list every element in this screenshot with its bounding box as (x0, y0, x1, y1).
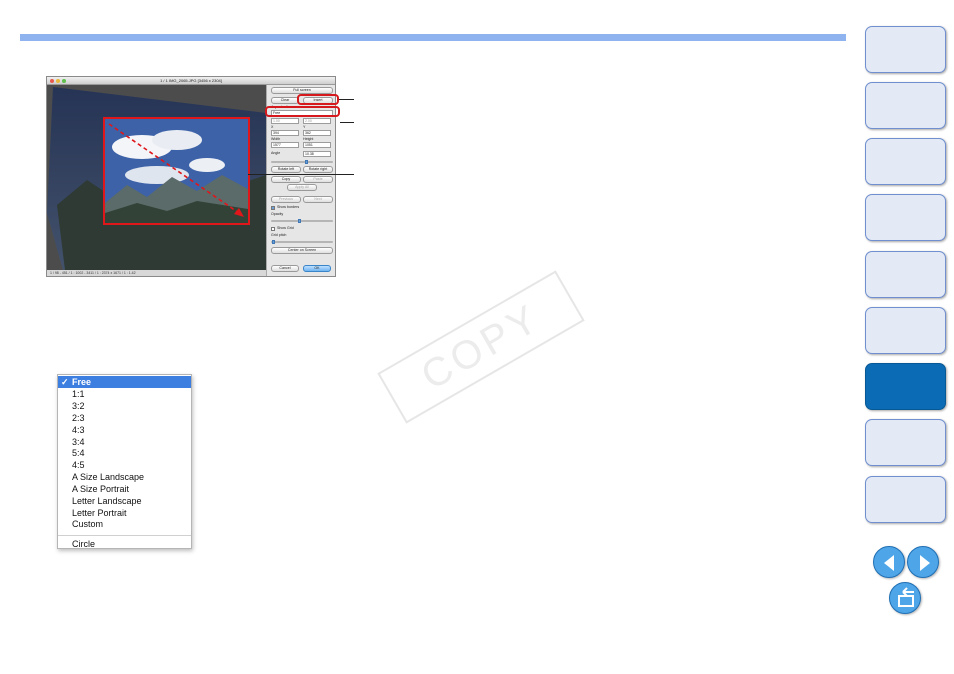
menu-item-a-size-landscape[interactable]: A Size Landscape (58, 471, 191, 483)
checkmark-icon: ✓ (61, 377, 69, 387)
callout-line-3 (248, 174, 354, 175)
menu-item-5-4[interactable]: 5:4 (58, 447, 191, 459)
return-icon (898, 587, 914, 607)
grid-pitch-slider-thumb[interactable] (272, 240, 275, 244)
menu-item-1-1[interactable]: 1:1 (58, 388, 191, 400)
nav-tab-9[interactable] (865, 476, 946, 523)
apply-all-button[interactable]: Apply All (287, 184, 317, 191)
height-label: Height (303, 137, 314, 141)
status-bar: 1 / 98 - 451 / 1 : 1002 - 3411 / 1 : 237… (47, 270, 266, 276)
nav-tab-6[interactable] (865, 307, 946, 354)
x-field[interactable]: 394 (271, 130, 299, 136)
show-grid-label: Show Grid (277, 226, 294, 230)
y-field[interactable]: 362 (303, 130, 331, 136)
x-label: X (271, 125, 274, 129)
minimize-window-icon[interactable] (56, 79, 60, 83)
menu-item-4-5[interactable]: 4:5 (58, 459, 191, 471)
menu-item-3-2[interactable]: 3:2 (58, 400, 191, 412)
zoom-window-icon[interactable] (62, 79, 66, 83)
grid-pitch-label: Grid pitch (271, 233, 287, 237)
opacity-slider[interactable] (271, 220, 333, 222)
angle-slider[interactable] (271, 161, 333, 163)
menu-separator (58, 535, 191, 536)
aspect-ratio-highlight (265, 106, 340, 117)
header-rule (20, 34, 846, 41)
menu-item-letter-landscape[interactable]: Letter Landscape (58, 495, 191, 507)
show-grid-checkbox[interactable] (271, 227, 275, 231)
photo-canvas (47, 85, 266, 270)
paste-button[interactable]: Paste (303, 176, 333, 183)
nav-tab-8[interactable] (865, 419, 946, 466)
full-screen-button[interactable]: Full screen (271, 87, 333, 94)
window-titlebar: 1 / 1 IMG_2065.JPG [3456 x 2304] (47, 77, 335, 85)
rotate-right-button[interactable]: Rotate right (303, 166, 333, 173)
aspect-ratio-menu: ✓ Free 1:1 3:2 2:3 4:3 3:4 5:4 4:5 A Siz… (57, 374, 192, 549)
nav-tab-2[interactable] (865, 82, 946, 129)
show-borders-checkbox[interactable] (271, 206, 275, 210)
next-button[interactable]: Next (303, 196, 333, 203)
arrow-right-icon (920, 555, 930, 571)
menu-item-free[interactable]: ✓ Free (58, 376, 191, 388)
close-window-icon[interactable] (50, 79, 54, 83)
opacity-slider-thumb[interactable] (298, 219, 301, 223)
width-field[interactable]: 1577 (271, 142, 299, 148)
rotate-left-button[interactable]: Rotate left (271, 166, 301, 173)
previous-button[interactable]: Previous (271, 196, 301, 203)
cancel-button[interactable]: Cancel (271, 265, 299, 272)
grid-pitch-slider[interactable] (271, 241, 333, 243)
center-on-screen-button[interactable]: Center on Screen (271, 247, 333, 254)
width-label: Width (271, 137, 281, 141)
image-preview[interactable] (47, 85, 266, 270)
ratio-a-field[interactable]: 1.00 (271, 118, 299, 124)
show-borders-label: Show borders (277, 205, 300, 209)
arrow-left-icon (884, 555, 894, 571)
angle-label: Angle (271, 151, 281, 155)
menu-item-circle[interactable]: Circle (58, 538, 191, 550)
angle-field[interactable]: 10.38 (303, 151, 331, 157)
callout-line-2 (340, 122, 354, 123)
menu-item-2-3[interactable]: 2:3 (58, 412, 191, 424)
angle-slider-thumb[interactable] (305, 160, 308, 164)
return-button[interactable] (889, 582, 921, 614)
menu-item-4-3[interactable]: 4:3 (58, 424, 191, 436)
window-title: 1 / 1 IMG_2065.JPG [3456 x 2304] (160, 78, 222, 83)
opacity-label: Opacity (271, 212, 284, 216)
ok-button[interactable]: OK (303, 265, 331, 272)
nav-tab-7-active[interactable] (865, 363, 946, 410)
callout-line-1 (339, 99, 354, 100)
copy-watermark: COPY (377, 270, 585, 424)
next-page-button[interactable] (907, 546, 939, 578)
y-label: Y (303, 125, 306, 129)
nav-tab-3[interactable] (865, 138, 946, 185)
ratio-b-field[interactable]: 2.00 (303, 118, 331, 124)
nav-tab-5[interactable] (865, 251, 946, 298)
prev-page-button[interactable] (873, 546, 905, 578)
nav-tab-4[interactable] (865, 194, 946, 241)
height-field[interactable]: 1051 (303, 142, 331, 148)
menu-item-custom[interactable]: Custom (58, 518, 191, 530)
insert-highlight (297, 94, 339, 105)
copy-button[interactable]: Copy (271, 176, 301, 183)
clear-button[interactable]: Clear (271, 97, 299, 104)
menu-item-a-size-portrait[interactable]: A Size Portrait (58, 483, 191, 495)
nav-tab-1[interactable] (865, 26, 946, 73)
